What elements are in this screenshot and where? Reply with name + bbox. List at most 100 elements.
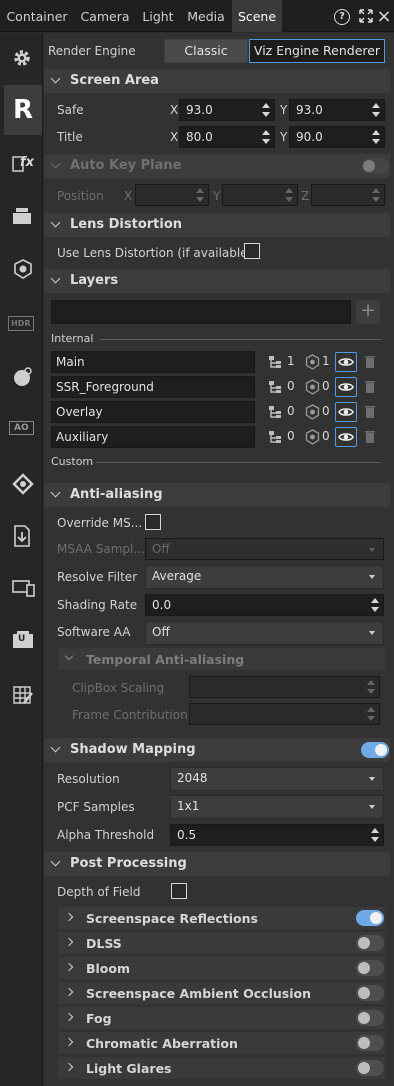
post-effect-toggle[interactable] [356,935,384,951]
position-x-input[interactable] [135,184,209,206]
scene-settings-panel: Render Engine Classic Viz Engine Rendere… [44,33,394,1086]
safe-x-input[interactable]: 93.0 [179,99,275,121]
fx-icon[interactable]: fx [4,145,40,185]
shadow-mapping-toggle[interactable] [361,742,389,758]
lens-distortion-header[interactable]: Lens Distortion [44,213,390,237]
post-effect-label: Light Glares [86,1061,172,1076]
layer-name[interactable]: Main [51,351,255,373]
use-lens-distortion-label: Use Lens Distortion (if available) [57,246,253,260]
settings-icon[interactable] [4,38,40,78]
msaa-samples-label: MSAA Sampl... [57,542,145,556]
add-layer-button[interactable]: + [356,300,380,324]
resolution-select[interactable]: 2048 [170,767,384,791]
clipbox-scaling-label: ClipBox Scaling [72,681,165,695]
position-z-input[interactable] [311,184,385,206]
expand-icon[interactable] [358,9,374,25]
chevron-right-icon [64,912,74,922]
post-effect-row[interactable]: Screenspace Reflections [58,907,385,929]
shading-rate-input[interactable]: 0.0 [145,594,384,616]
override-msaa-checkbox[interactable] [145,514,161,530]
export-icon[interactable] [4,515,40,555]
frame-contribution-label: Frame Contribution [72,708,188,722]
layer-name[interactable]: Auxiliary [51,426,255,448]
visibility-toggle[interactable] [335,427,357,447]
post-effect-label: Fog [86,1011,112,1026]
post-effect-label: DLSS [86,936,122,951]
chevron-down-icon [50,73,61,84]
tab-light[interactable]: Light [136,0,180,32]
pcf-samples-select[interactable]: 1x1 [170,795,384,819]
post-effect-row[interactable]: Chromatic Aberration [58,1032,385,1054]
material-count: 0 [322,404,330,418]
visibility-toggle[interactable] [335,352,357,372]
trash-icon[interactable] [364,430,376,444]
layers-header[interactable]: Layers [44,269,390,293]
visibility-toggle[interactable] [335,402,357,422]
position-y-label: Y [213,189,221,203]
post-effect-row[interactable]: Screenspace Ambient Occlusion [58,982,385,1004]
material-icon[interactable] [4,248,40,288]
shadow-mapping-header[interactable]: Shadow Mapping [44,738,390,762]
tab-media[interactable]: Media [180,0,232,32]
post-effect-toggle[interactable] [356,960,384,976]
layer-name[interactable]: SSR_Foreground [51,376,255,398]
post-effect-toggle[interactable] [356,985,384,1001]
layer-row[interactable]: Overlay 0 0 [51,401,381,423]
material-count-icon [305,354,320,370]
post-effect-row[interactable]: Fog [58,1007,385,1029]
clipbox-scaling-input[interactable] [189,676,380,698]
layer-row[interactable]: Main 1 1 [51,351,381,373]
post-processing-header[interactable]: Post Processing [44,852,390,876]
post-effect-row[interactable]: Light Glares [58,1057,385,1079]
post-effect-toggle[interactable] [356,1035,384,1051]
visibility-toggle[interactable] [335,377,357,397]
use-lens-distortion-checkbox[interactable] [244,243,260,259]
viz-engine-renderer-button[interactable]: Viz Engine Renderer [249,39,385,63]
msaa-samples-select[interactable]: Off [145,538,384,560]
post-effect-toggle[interactable] [356,1010,384,1026]
resolve-filter-select[interactable]: Average [145,565,384,589]
globe-icon[interactable] [4,356,40,396]
layer-row[interactable]: Auxiliary 0 0 [51,426,381,448]
title-x-input[interactable]: 80.0 [179,126,275,148]
temporal-aa-header[interactable]: Temporal Anti-aliasing [58,648,385,670]
devices-icon[interactable] [4,568,40,608]
post-effect-row[interactable]: DLSS [58,932,385,954]
help-icon[interactable]: ? [334,9,350,25]
depth-of-field-checkbox[interactable] [171,883,187,899]
container-count: 1 [287,354,295,368]
position-y-input[interactable] [222,184,298,206]
tab-container[interactable]: Container [0,0,74,32]
sync-icon[interactable] [4,463,40,503]
screen-area-header[interactable]: Screen Area [44,69,390,93]
title-y-input[interactable]: 90.0 [289,126,385,148]
post-effect-toggle[interactable] [356,1060,384,1076]
trash-icon[interactable] [364,355,376,369]
material-count: 0 [322,379,330,393]
post-effect-toggle[interactable] [356,910,384,926]
layers-icon[interactable] [4,197,40,237]
post-effect-row[interactable]: Bloom [58,957,385,979]
classic-button[interactable]: Classic [164,39,248,63]
edit-grid-icon[interactable] [4,675,40,715]
auto-key-plane-toggle[interactable] [361,158,389,174]
trash-icon[interactable] [364,405,376,419]
hdr-icon[interactable]: HDR [4,304,40,344]
trash-icon[interactable] [364,380,376,394]
layer-name-input[interactable] [51,300,351,324]
safe-y-input[interactable]: 93.0 [289,99,385,121]
ao-icon[interactable]: AO [4,409,40,449]
software-aa-select[interactable]: Off [145,621,384,645]
layer-row[interactable]: SSR_Foreground 0 0 [51,376,381,398]
alpha-threshold-input[interactable]: 0.5 [170,824,384,846]
layer-name[interactable]: Overlay [51,401,255,423]
tab-scene[interactable]: Scene [232,0,282,32]
auto-key-plane-header[interactable]: Auto Key Plane [44,154,390,178]
unreal-icon[interactable]: U [4,620,40,660]
close-icon[interactable]: × [376,8,392,26]
container-count: 0 [287,379,295,393]
frame-contribution-input[interactable] [189,703,380,725]
tab-camera[interactable]: Camera [74,0,136,32]
anti-aliasing-header[interactable]: Anti-aliasing [44,483,390,507]
render-icon[interactable]: R [4,85,42,135]
